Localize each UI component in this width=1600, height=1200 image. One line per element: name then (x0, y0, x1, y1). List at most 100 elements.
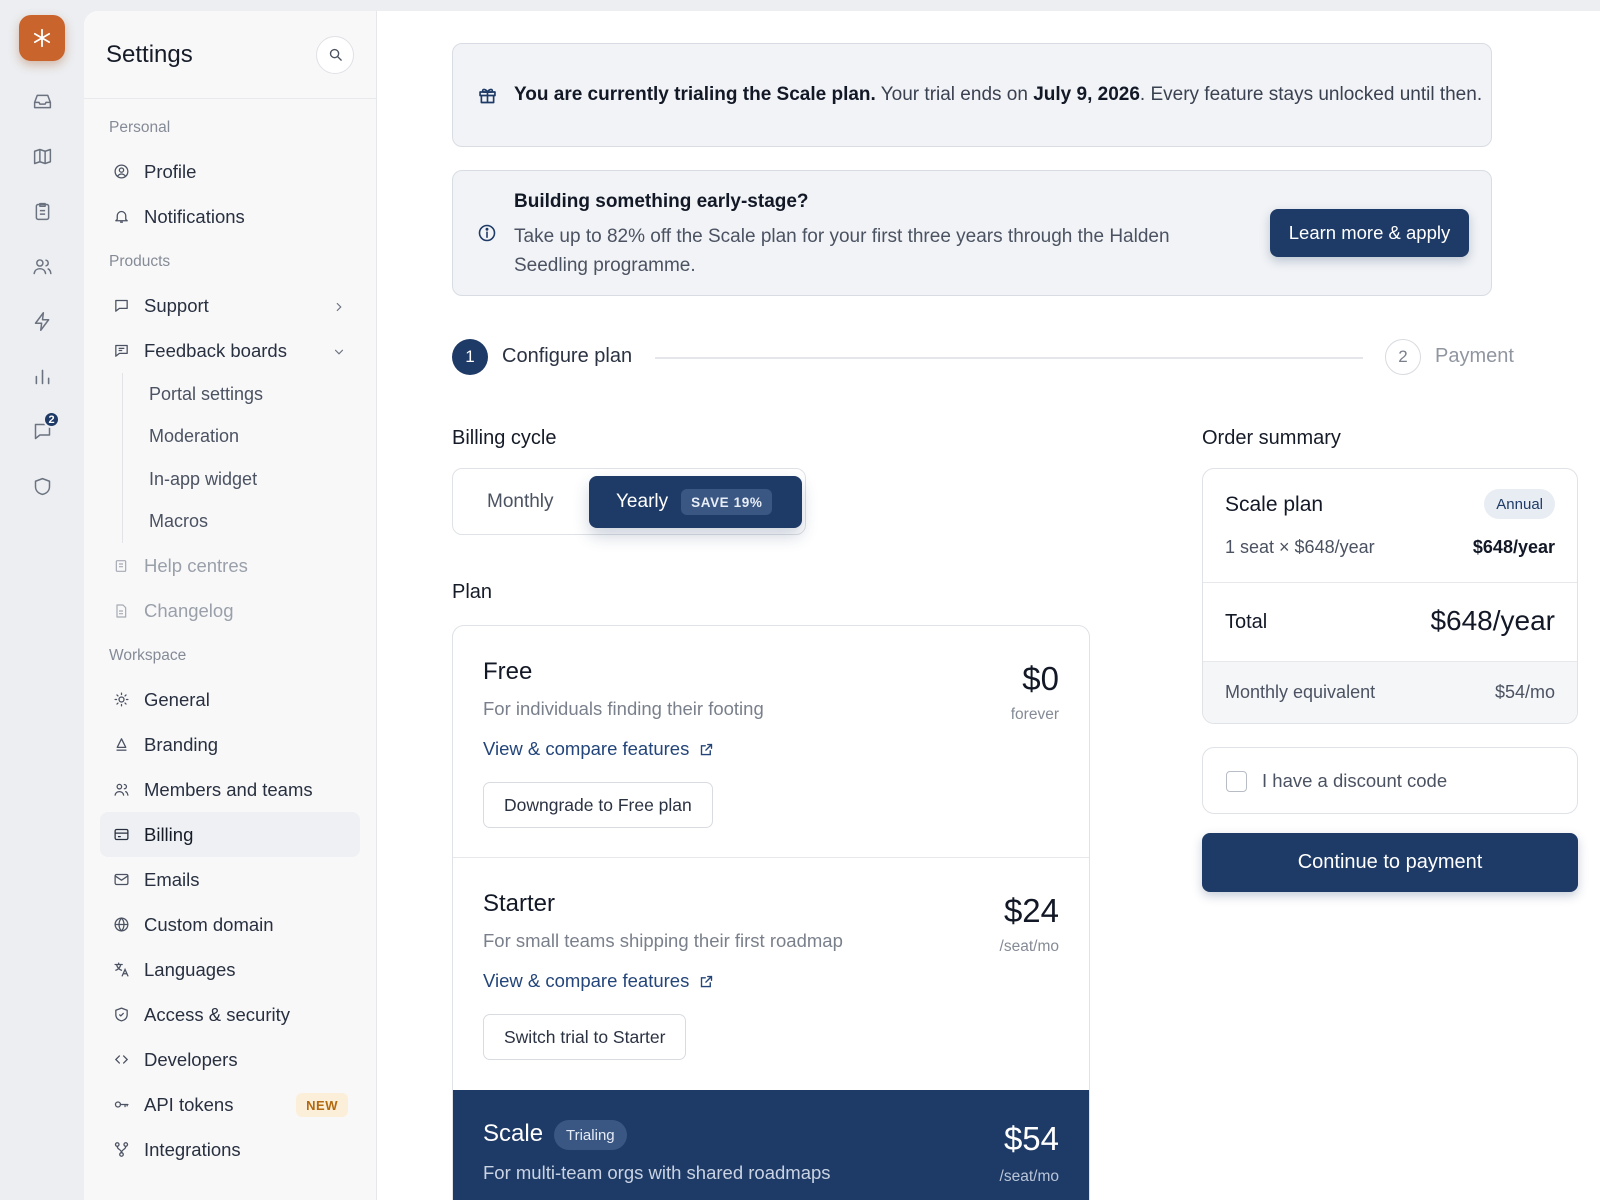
sidebar-item-members[interactable]: Members and teams (100, 767, 360, 812)
sidebar-item-emails[interactable]: Emails (100, 857, 360, 902)
bar-chart-icon (35, 369, 49, 384)
summary-plan-name: Scale plan (1225, 493, 1324, 516)
sidebar-item-portal-settings[interactable]: Portal settings (149, 373, 360, 416)
app-logo[interactable] (19, 15, 65, 61)
plan-list: Free For individuals finding their footi… (452, 625, 1090, 1200)
sidebar-item-branding[interactable]: Branding (100, 722, 360, 767)
step-label: Configure plan (502, 345, 633, 367)
trial-banner-bold: You are currently trialing the Scale pla… (514, 84, 876, 105)
continue-to-payment-button[interactable]: Continue to payment (1202, 833, 1578, 892)
plan-price-unit: forever (1010, 706, 1059, 723)
document-icon (112, 602, 130, 620)
trial-banner-text-1: Your trial ends on (875, 84, 1034, 105)
stepper-connector (655, 357, 1363, 359)
plan-price: $0 (1022, 660, 1059, 697)
credit-card-icon (112, 826, 130, 844)
discount-checkbox[interactable] (1226, 771, 1247, 792)
learn-more-button[interactable]: Learn more & apply (1270, 209, 1469, 257)
sidebar-item-api-tokens[interactable]: API tokens NEW (100, 1082, 360, 1127)
promo-banner: Building something early-stage? Take up … (452, 170, 1492, 296)
plan-heading: Plan (452, 581, 493, 603)
plan-price: $54 (1003, 1120, 1059, 1157)
plan-description: For small teams shipping their first roa… (483, 930, 843, 951)
plan-card-starter[interactable]: Starter For small teams shipping their f… (453, 858, 1089, 1090)
sidebar-item-label: Support (144, 294, 209, 316)
plan-price-unit: /seat/mo (999, 1168, 1059, 1185)
sidebar-item-label: Notifications (144, 205, 245, 227)
sidebar-search-button[interactable] (316, 35, 354, 74)
rail-roadmap[interactable] (20, 134, 64, 178)
step-number: 1 (452, 339, 488, 375)
billing-yearly-option[interactable]: Yearly SAVE 19% (589, 476, 802, 528)
integrations-icon (112, 1141, 130, 1159)
sidebar-item-moderation[interactable]: Moderation (149, 416, 360, 459)
users-icon (32, 258, 52, 274)
section-workspace: Workspace (109, 647, 187, 664)
trial-banner-text: You are currently trialing the Scale pla… (514, 84, 1482, 106)
order-summary-card: Scale plan Annual 1 seat × $648/year $64… (1202, 468, 1578, 724)
sidebar-item-languages[interactable]: Languages (100, 947, 360, 992)
lightning-icon (34, 311, 49, 331)
compare-features-link[interactable]: View & compare features (483, 970, 714, 992)
rail-users[interactable] (20, 244, 64, 288)
mail-icon (112, 871, 130, 889)
sidebar-item-help-centres[interactable]: Help centres (100, 543, 360, 588)
sidebar-item-access-security[interactable]: Access & security (100, 992, 360, 1037)
gift-icon (479, 88, 496, 103)
sidebar-item-label: Help centres (144, 554, 248, 576)
promo-description: Take up to 82% off the Scale plan for yo… (514, 226, 1170, 276)
downgrade-free-button[interactable]: Downgrade to Free plan (483, 782, 713, 828)
discount-code-toggle[interactable]: I have a discount code (1202, 747, 1578, 814)
notification-badge: 2 (43, 411, 60, 428)
rail-inbox[interactable] (20, 79, 64, 123)
rail-analytics[interactable] (20, 354, 64, 398)
sidebar-item-profile[interactable]: Profile (100, 149, 360, 194)
sidebar-item-label: Custom domain (144, 913, 274, 935)
search-icon (329, 48, 342, 61)
sidebar-item-notifications[interactable]: Notifications (100, 194, 360, 239)
plan-card-free[interactable]: Free For individuals finding their footi… (453, 626, 1089, 858)
sun-gear-icon (112, 691, 130, 709)
plan-description: For individuals finding their footing (483, 698, 764, 719)
chevron-down-icon (332, 342, 346, 364)
sidebar-item-billing[interactable]: Billing (100, 812, 360, 857)
compare-features-link[interactable]: View & compare features (483, 738, 714, 760)
switch-to-starter-button[interactable]: Switch trial to Starter (483, 1014, 687, 1060)
sidebar-item-integrations[interactable]: Integrations (100, 1127, 360, 1172)
billing-monthly-option[interactable]: Monthly (487, 491, 554, 513)
sidebar-item-in-app-widget[interactable]: In-app widget (149, 458, 360, 501)
rail-conversations[interactable]: 2 (20, 409, 64, 453)
key-icon (112, 1096, 130, 1114)
trial-end-date: July 9, 2026 (1033, 84, 1140, 105)
map-icon (33, 148, 51, 164)
divider (1203, 582, 1577, 583)
external-link-icon (701, 743, 713, 755)
sidebar-item-changelog[interactable]: Changelog (100, 588, 360, 633)
yearly-label: Yearly (616, 491, 669, 512)
trial-banner-text-2: . Every feature stays unlocked until the… (1139, 84, 1483, 105)
annual-badge: Annual (1484, 489, 1555, 519)
sidebar-item-feedback-boards[interactable]: Feedback boards (100, 328, 360, 373)
summary-line-label: 1 seat × $648/year (1225, 537, 1375, 557)
billing-cycle-heading: Billing cycle (452, 427, 557, 449)
globe-icon (112, 916, 130, 934)
rail-changelog[interactable] (20, 189, 64, 233)
sidebar-item-custom-domain[interactable]: Custom domain (100, 902, 360, 947)
sidebar-item-macros[interactable]: Macros (149, 501, 360, 544)
plan-card-scale[interactable]: Scale Trialing For multi-team orgs with … (453, 1090, 1089, 1200)
sidebar-item-general[interactable]: General (100, 677, 360, 722)
rail-automations[interactable] (20, 299, 64, 343)
order-summary-heading: Order summary (1202, 427, 1341, 449)
step-label: Payment (1435, 345, 1514, 367)
app-rail: 2 (0, 0, 84, 1200)
main-card: Settings Personal Profile Notifications … (84, 11, 1600, 1200)
sidebar-item-label: API tokens (144, 1093, 234, 1115)
book-icon (112, 557, 130, 575)
external-link-icon (701, 975, 713, 987)
brush-icon (112, 736, 130, 754)
trial-banner: You are currently trialing the Scale pla… (452, 43, 1492, 147)
info-icon (477, 223, 497, 248)
sidebar-item-support[interactable]: Support (100, 283, 360, 328)
rail-security[interactable] (20, 464, 64, 508)
sidebar-item-developers[interactable]: Developers (100, 1037, 360, 1082)
